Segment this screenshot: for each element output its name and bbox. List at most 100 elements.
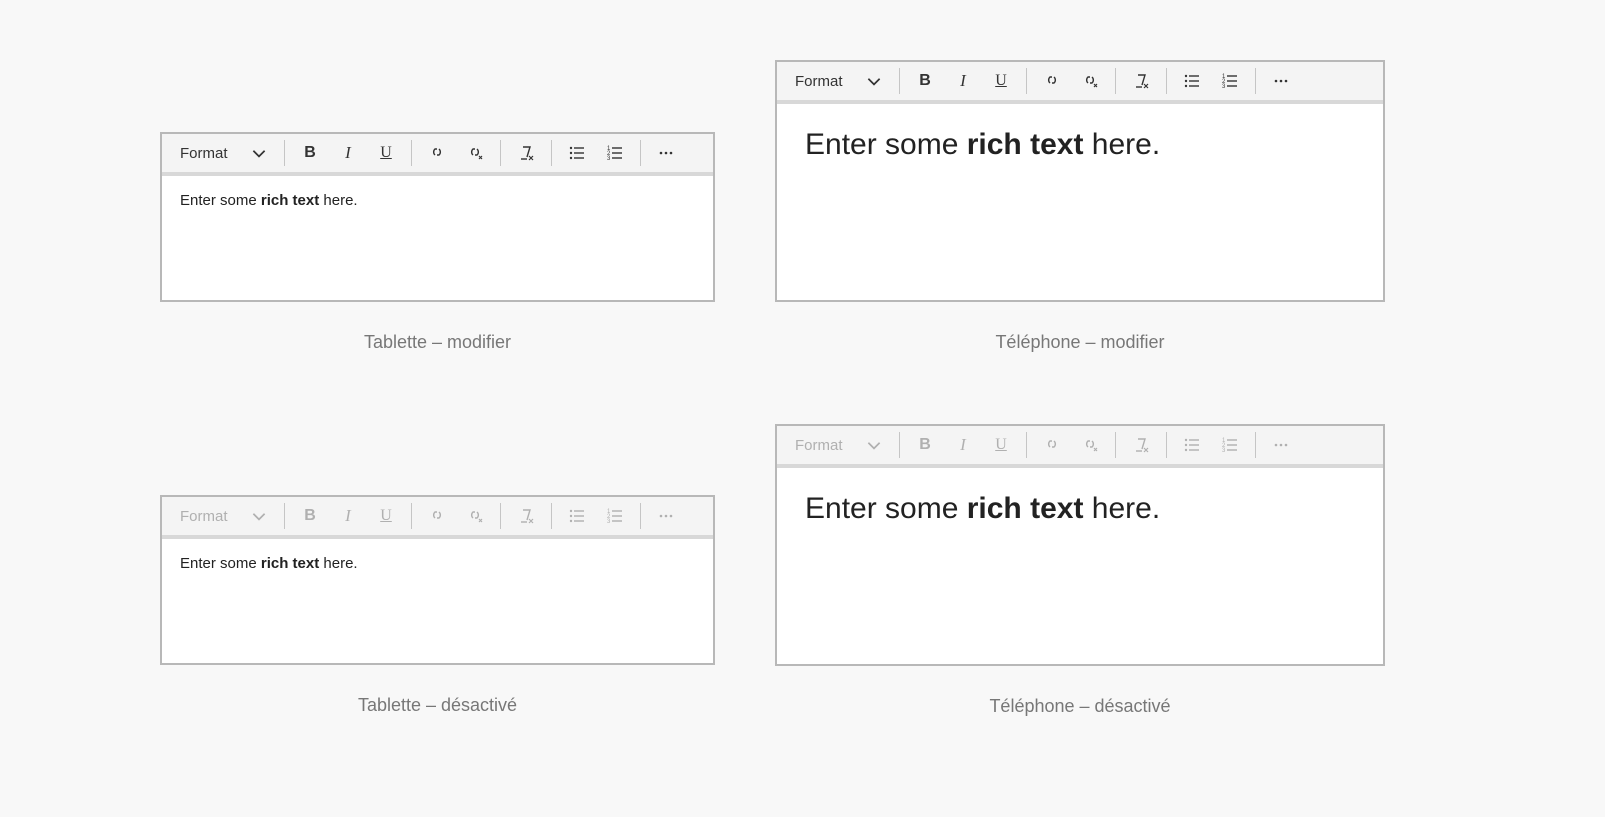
separator <box>551 503 552 529</box>
clear-format-button[interactable] <box>1122 65 1160 97</box>
separator <box>284 503 285 529</box>
editor-toolbar: Format B I U <box>162 497 713 539</box>
more-button[interactable] <box>1262 65 1300 97</box>
more-button <box>1262 429 1300 461</box>
separator <box>284 140 285 166</box>
bulleted-list-button[interactable] <box>1173 65 1211 97</box>
caret-down-icon <box>250 507 268 525</box>
separator <box>551 140 552 166</box>
content-text-bold: rich text <box>261 555 319 572</box>
content-text-post: here. <box>319 192 357 209</box>
numbered-list-button[interactable] <box>596 137 634 169</box>
italic-icon: I <box>960 71 966 91</box>
format-dropdown[interactable]: Format <box>168 137 278 169</box>
format-dropdown[interactable]: Format <box>783 65 893 97</box>
rich-text-editor: Format B I U Enter some rich text here. <box>775 60 1385 302</box>
underline-icon: U <box>380 144 392 162</box>
panel-caption: Téléphone – désactivé <box>775 696 1385 717</box>
numbered-list-button[interactable] <box>1211 65 1249 97</box>
italic-icon: I <box>960 435 966 455</box>
link-icon <box>1043 436 1061 454</box>
separator <box>500 503 501 529</box>
more-icon <box>657 507 675 525</box>
bold-icon: B <box>919 72 931 90</box>
format-label: Format <box>795 73 843 90</box>
insert-link-button <box>418 500 456 532</box>
separator <box>640 140 641 166</box>
editor-content[interactable]: Enter some rich text here. <box>162 176 713 300</box>
format-dropdown: Format <box>783 429 893 461</box>
clear-format-button <box>1122 429 1160 461</box>
italic-icon: I <box>345 143 351 163</box>
separator <box>1255 68 1256 94</box>
panel-caption: Téléphone – modifier <box>775 332 1385 353</box>
separator <box>1166 432 1167 458</box>
content-text-bold: rich text <box>967 128 1084 161</box>
italic-button[interactable]: I <box>944 65 982 97</box>
separator <box>1026 432 1027 458</box>
underline-button[interactable]: U <box>367 137 405 169</box>
clear-format-icon <box>517 144 535 162</box>
bold-button[interactable]: B <box>291 137 329 169</box>
content-text-pre: Enter some <box>805 492 967 525</box>
unlink-icon <box>466 144 484 162</box>
content-text-pre: Enter some <box>805 128 967 161</box>
remove-link-button[interactable] <box>456 137 494 169</box>
separator <box>411 140 412 166</box>
bulleted-list-button <box>558 500 596 532</box>
clear-format-icon <box>517 507 535 525</box>
content-text-post: here. <box>1083 492 1160 525</box>
editor-content[interactable]: Enter some rich text here. <box>777 104 1383 300</box>
editor-toolbar: Format B I U <box>777 426 1383 468</box>
caret-down-icon <box>865 436 883 454</box>
underline-icon: U <box>995 436 1007 454</box>
content-text-bold: rich text <box>967 492 1084 525</box>
italic-button[interactable]: I <box>329 137 367 169</box>
bulleted-list-icon <box>568 507 586 525</box>
insert-link-button[interactable] <box>1033 65 1071 97</box>
clear-format-button <box>507 500 545 532</box>
numbered-list-icon <box>1221 72 1239 90</box>
bulleted-list-button <box>1173 429 1211 461</box>
format-dropdown: Format <box>168 500 278 532</box>
link-icon <box>428 144 446 162</box>
content-text-post: here. <box>319 555 357 572</box>
underline-button[interactable]: U <box>982 65 1020 97</box>
editor-content: Enter some rich text here. <box>777 468 1383 664</box>
italic-icon: I <box>345 506 351 526</box>
editor-toolbar: Format B I U <box>777 62 1383 104</box>
insert-link-button[interactable] <box>418 137 456 169</box>
tablet-edit-panel: Format B I U Enter some rich text here. … <box>160 132 715 353</box>
format-label: Format <box>180 508 228 525</box>
content-text-post: here. <box>1083 128 1160 161</box>
separator <box>899 432 900 458</box>
bold-icon: B <box>919 436 931 454</box>
underline-button: U <box>982 429 1020 461</box>
remove-link-button <box>456 500 494 532</box>
more-button[interactable] <box>647 137 685 169</box>
italic-button: I <box>944 429 982 461</box>
clear-format-icon <box>1132 72 1150 90</box>
phone-edit-panel: Format B I U Enter some rich text here. … <box>775 60 1385 353</box>
numbered-list-icon <box>606 144 624 162</box>
more-icon <box>657 144 675 162</box>
bold-button[interactable]: B <box>906 65 944 97</box>
format-label: Format <box>795 437 843 454</box>
bulleted-list-icon <box>1183 72 1201 90</box>
editor-content: Enter some rich text here. <box>162 539 713 663</box>
format-label: Format <box>180 145 228 162</box>
separator <box>1115 432 1116 458</box>
unlink-icon <box>466 507 484 525</box>
more-icon <box>1272 72 1290 90</box>
remove-link-button[interactable] <box>1071 65 1109 97</box>
numbered-list-icon <box>1221 436 1239 454</box>
content-text-pre: Enter some <box>180 555 261 572</box>
bulleted-list-button[interactable] <box>558 137 596 169</box>
separator <box>1255 432 1256 458</box>
underline-icon: U <box>995 72 1007 90</box>
more-button <box>647 500 685 532</box>
unlink-icon <box>1081 436 1099 454</box>
clear-format-button[interactable] <box>507 137 545 169</box>
separator <box>1115 68 1116 94</box>
panel-caption: Tablette – désactivé <box>160 695 715 716</box>
